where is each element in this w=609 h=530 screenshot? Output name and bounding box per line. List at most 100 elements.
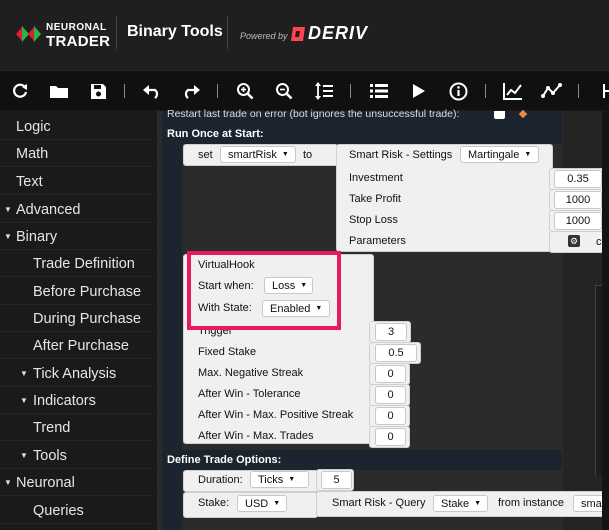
sidebar-item-label: Indicators xyxy=(33,392,96,409)
expand-arrow-icon: ▼ xyxy=(20,369,28,378)
toolbar-divider xyxy=(350,84,351,98)
sidebar-item-label: Advanced xyxy=(16,201,81,218)
trigger-label: Trigger xyxy=(198,325,233,337)
sidebar-item-neuronal[interactable]: ▼ Neuronal xyxy=(0,470,155,496)
fixed-stake-input[interactable]: 0.5 xyxy=(375,344,417,362)
block-category-sidebar: Logic Math Text ▼ Advanced ▼ Binary Trade … xyxy=(0,111,157,530)
parameters-label: Parameters xyxy=(349,235,406,247)
sidebar-item-label: Trade Definition xyxy=(33,255,135,272)
brand-arrows-icon xyxy=(16,26,41,42)
sidebar-item-label: During Purchase xyxy=(33,310,141,327)
investment-input[interactable]: 0.35 xyxy=(554,170,602,188)
brand-logo[interactable]: NEURONAL TRADER xyxy=(15,20,110,50)
deriv-logo[interactable]: DERIV xyxy=(290,23,380,45)
restart-checkbox[interactable] xyxy=(494,111,505,119)
sidebar-item-label: Tools xyxy=(33,447,67,464)
dropdown-caret-icon: ▼ xyxy=(474,500,482,507)
play-icon[interactable] xyxy=(408,80,430,102)
expand-arrow-icon: ▼ xyxy=(4,478,12,487)
header-divider xyxy=(116,16,117,49)
sidebar-item-before-purchase[interactable]: Before Purchase xyxy=(0,279,155,305)
query-field-dropdown[interactable]: Stake ▼ xyxy=(433,495,488,512)
gear-icon[interactable]: ⚙ xyxy=(568,235,580,247)
deriv-mark-icon xyxy=(291,27,305,41)
sidebar-item-tick-analysis[interactable]: ▼ Tick Analysis xyxy=(0,361,155,387)
after-win-max-trades-label: After Win - Max. Trades xyxy=(198,430,314,442)
more-icon[interactable] xyxy=(596,80,609,102)
strategy-dropdown[interactable]: Martingale ▼ xyxy=(460,146,539,163)
run-once-spine xyxy=(162,144,182,450)
sidebar-item-queries[interactable]: Queries xyxy=(0,498,155,524)
sidebar-item-math[interactable]: Math xyxy=(0,141,155,167)
toolbar-divider xyxy=(124,84,125,98)
workspace-scrollbar[interactable] xyxy=(602,111,609,530)
duration-unit-dropdown[interactable]: Ticks ▼ xyxy=(250,471,309,488)
set-label: set xyxy=(198,149,213,161)
sidebar-item-logic[interactable]: Logic xyxy=(0,114,155,140)
redo-icon[interactable] xyxy=(180,80,202,102)
expand-arrow-icon: ▼ xyxy=(20,396,28,405)
dropdown-caret-icon: ▼ xyxy=(315,305,323,312)
dropdown-caret-icon: ▼ xyxy=(281,151,289,158)
dropdown-caret-icon: ▼ xyxy=(288,476,296,483)
sidebar-item-label: Neuronal xyxy=(16,474,75,491)
expand-arrow-icon: ▼ xyxy=(4,232,12,241)
sidebar-item-tools[interactable]: ▼ Tools xyxy=(0,443,155,469)
list-icon[interactable] xyxy=(368,80,390,102)
sidebar-item-trend[interactable]: Trend xyxy=(0,415,155,441)
define-trade-title: Define Trade Options: xyxy=(167,454,282,466)
variable-dropdown[interactable]: smartRisk ▼ xyxy=(220,146,296,163)
stop-loss-input[interactable]: 1000 xyxy=(554,212,602,230)
sidebar-item-after-purchase[interactable]: After Purchase xyxy=(0,333,155,359)
start-when-dropdown[interactable]: Loss ▼ xyxy=(264,277,313,294)
trigger-input[interactable]: 3 xyxy=(375,323,407,341)
with-state-dropdown[interactable]: Enabled ▼ xyxy=(262,300,330,317)
duration-label: Duration: xyxy=(198,474,243,486)
refresh-icon[interactable] xyxy=(9,80,31,102)
with-state-label: With State: xyxy=(198,302,252,314)
undo-icon[interactable] xyxy=(141,80,163,102)
sidebar-item-label: Math xyxy=(16,145,49,162)
sidebar-item-binary[interactable]: ▼ Binary xyxy=(0,224,155,250)
sidebar-item-text[interactable]: Text xyxy=(0,169,155,195)
analysis-icon[interactable] xyxy=(541,80,563,102)
save-icon[interactable] xyxy=(87,80,109,102)
deriv-wordmark: DERIV xyxy=(308,23,369,43)
after-win-tolerance-input[interactable]: 0 xyxy=(375,386,406,404)
run-once-title: Run Once at Start: xyxy=(167,128,264,140)
sidebar-item-trade-definition[interactable]: Trade Definition xyxy=(0,251,155,277)
zoom-in-icon[interactable] xyxy=(234,80,256,102)
toolbar-divider xyxy=(485,84,486,98)
max-negative-streak-label: Max. Negative Streak xyxy=(198,367,304,379)
folder-icon[interactable] xyxy=(48,80,70,102)
sidebar-item-during-purchase[interactable]: During Purchase xyxy=(0,306,155,332)
app-title: Binary Tools xyxy=(127,23,223,40)
info-icon[interactable] xyxy=(447,80,469,102)
zoom-out-icon[interactable] xyxy=(273,80,295,102)
dropdown-caret-icon: ▼ xyxy=(524,151,532,158)
toolbar xyxy=(0,70,609,110)
after-win-max-positive-streak-input[interactable]: 0 xyxy=(375,407,406,425)
sidebar-item-label: Text xyxy=(16,173,43,190)
sidebar-item-label: After Purchase xyxy=(33,337,129,354)
virtual-hook-title: VirtualHook xyxy=(198,259,255,271)
sidebar-item-advanced[interactable]: ▼ Advanced xyxy=(0,197,155,223)
sort-icon[interactable] xyxy=(313,80,335,102)
sidebar-item-indicators[interactable]: ▼ Indicators xyxy=(0,388,155,414)
sidebar-item-label: Queries xyxy=(33,502,84,519)
take-profit-input[interactable]: 1000 xyxy=(554,191,602,209)
app-header: NEURONAL TRADER Binary Tools Powered by … xyxy=(0,0,609,70)
sidebar-item-label: Before Purchase xyxy=(33,283,142,300)
sidebar-item-label: Logic xyxy=(16,118,51,135)
stake-currency-dropdown[interactable]: USD ▼ xyxy=(237,495,287,512)
duration-input[interactable]: 5 xyxy=(321,471,352,489)
after-win-max-trades-input[interactable]: 0 xyxy=(375,428,406,446)
dropdown-caret-icon: ▼ xyxy=(300,282,308,289)
brand-line1: NEURONAL xyxy=(46,22,107,33)
stop-loss-label: Stop Loss xyxy=(349,214,398,226)
restart-label: Restart last trade on error (bot ignores… xyxy=(167,108,460,120)
define-trade-spine xyxy=(162,470,182,530)
header-divider xyxy=(227,16,228,49)
max-negative-streak-input[interactable]: 0 xyxy=(375,365,406,383)
chart-icon[interactable] xyxy=(502,80,524,102)
